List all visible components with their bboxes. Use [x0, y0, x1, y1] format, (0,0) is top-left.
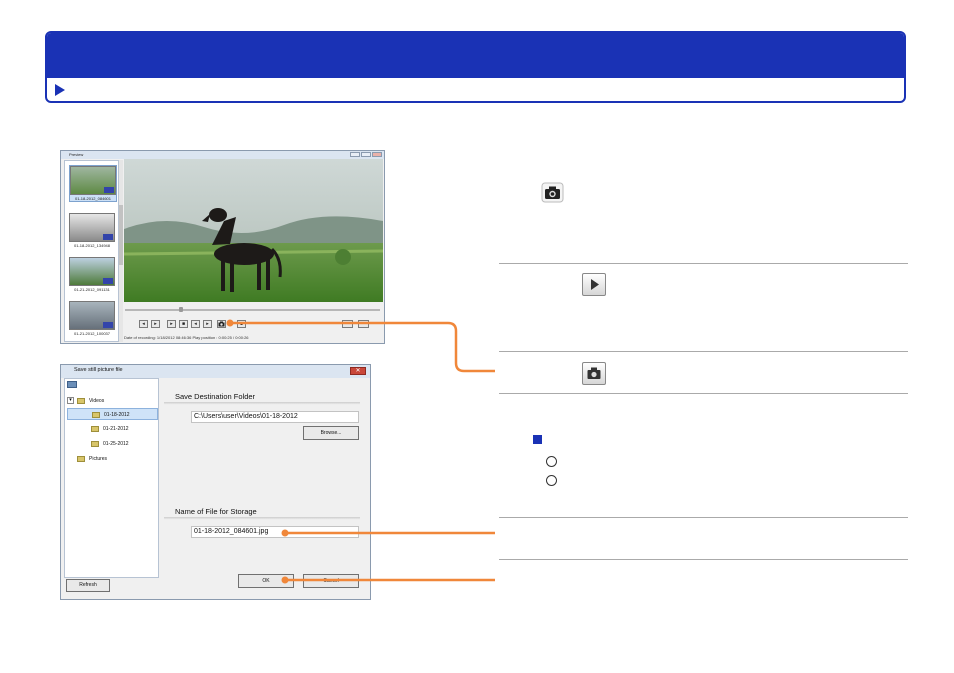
capture-callout-line — [230, 321, 495, 373]
callout-dot — [281, 576, 289, 584]
callout-dot — [281, 529, 289, 537]
callout-connectors — [226, 319, 495, 584]
callout-dot — [226, 319, 234, 327]
